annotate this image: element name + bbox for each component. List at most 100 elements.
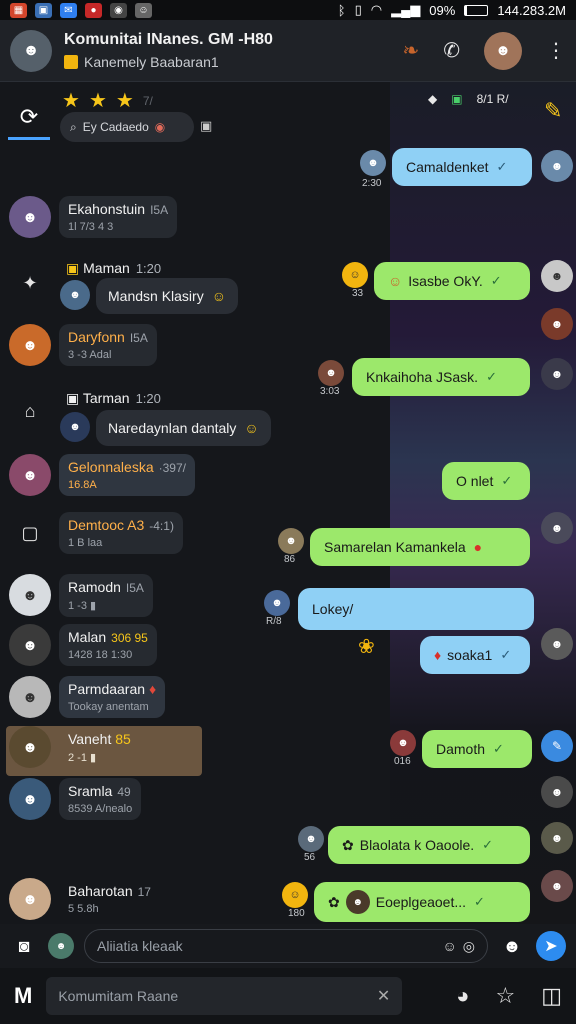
profile-avatar[interactable]: ☻ <box>484 31 522 70</box>
message-text: Mandsn Klasiry <box>108 288 204 304</box>
conversation-item[interactable]: ☻ Daryfonn I5A 3 -3 Adal <box>0 324 206 366</box>
conversation-item-selected[interactable]: ☻ Vaneht 85 2 -1 ▮ <box>6 726 202 776</box>
star-outline-icon[interactable]: ☆ <box>495 983 515 1009</box>
status-bar: ▦ ▣ ✉ ● ◉ ☺ ᛒ ▯ ◠ ▂▄▆ 09% 144.283.2M <box>0 0 576 20</box>
conversation-time: 17 <box>137 885 151 899</box>
sticker-icon[interactable]: ☻ <box>498 936 526 957</box>
message-input[interactable]: Aliiatia kleaak ☺ ◎ <box>84 929 488 963</box>
avatar: ☻ <box>9 454 51 496</box>
conversation-time: I5A <box>125 581 144 595</box>
conversation-preview: 16.8A <box>68 479 97 491</box>
close-icon[interactable]: ✕ <box>377 986 390 1006</box>
message-text: Knkaihoha JSask. <box>366 369 479 385</box>
conversation-item[interactable]: ☻ Sramla 49 8539 A/nealo <box>0 778 206 820</box>
conversation-name: Ramodn <box>68 579 121 595</box>
avatar: ☻ <box>60 280 90 310</box>
outgoing-message[interactable]: Camaldenket ✓ <box>392 148 532 186</box>
message-text: Camaldenket <box>406 159 489 175</box>
mail-icon[interactable]: M <box>14 983 32 1009</box>
conversation-preview: 2 -1 ▮ <box>68 752 97 764</box>
member-avatar[interactable]: ☻ <box>541 150 573 182</box>
pin-icon[interactable]: ✦ <box>9 262 51 304</box>
bottom-search-field[interactable]: Komumitam Raane ✕ <box>46 977 403 1015</box>
sticker-icon: ❀ <box>358 636 375 658</box>
outgoing-message[interactable]: ✿ Blaolata k Oaoole. ✓ <box>328 826 530 864</box>
read-check-icon: ✓ <box>482 837 494 852</box>
conversation-item[interactable]: ☻ Parmdaaran ♦ Tookay anentam <box>0 676 206 718</box>
emoji-icon: ☺ <box>388 273 403 289</box>
camera-icon[interactable]: ◙ <box>10 936 38 957</box>
conversation-item[interactable]: ☻ Ekahonstuin I5A 1l 7/3 4 3 <box>0 196 206 238</box>
conversation-preview: 1l 7/3 4 3 <box>68 221 114 233</box>
conversation-item[interactable]: ☻ Ramodn I5A 1 -3 ▮ <box>0 574 206 617</box>
emoji-icon: ♦ <box>434 647 442 663</box>
battery-icon <box>464 4 489 16</box>
call-icon[interactable]: ✆ <box>443 38 460 63</box>
rating-stars: ★ ★ ★ 7/ <box>62 88 153 113</box>
message-text: Damoth <box>436 741 486 757</box>
avatar: ☻ <box>345 890 370 914</box>
conversation-item[interactable]: ☻ Malan 306 95 1428 18 1:30 <box>0 624 206 666</box>
conversation-preview: 1 -3 ▮ <box>68 600 97 612</box>
edit-pen-icon[interactable]: ✎ <box>541 730 573 762</box>
conversation-item[interactable]: ▢ Demtooc A3 -4:1) 1 B laa <box>0 512 206 554</box>
chat-bubble-icon[interactable]: ◕ <box>456 983 469 1009</box>
member-avatar[interactable]: ☻ <box>541 260 573 292</box>
avatar: ☻ <box>9 324 51 366</box>
emoji-icon[interactable]: ☺ <box>442 938 456 955</box>
message-text: Lokey/ <box>312 601 354 617</box>
conversation-item[interactable]: ☻ Gelonnaleska ·397/ 16.8A <box>0 454 206 496</box>
member-avatar[interactable]: ☻ <box>541 628 573 660</box>
emoji-avatar: ☺ <box>342 262 368 288</box>
message-text: Eoeplgeaoet... <box>375 894 467 910</box>
avatar: ☻ <box>264 590 290 616</box>
outgoing-message[interactable]: ✿ ☻ Eoeplgeaoet... ✓ <box>314 882 530 922</box>
avatar: ☻ <box>60 412 90 442</box>
conversation-time: 49 <box>117 785 131 799</box>
conversation-item[interactable]: ☻ Baharotan 17 5 5.8h <box>0 878 206 920</box>
member-avatar[interactable]: ☻ <box>541 822 573 854</box>
sidebar-toggle-icon[interactable]: ◫ <box>541 983 562 1009</box>
emoji-icon: ● <box>473 539 483 555</box>
member-avatar[interactable]: ☻ <box>541 776 573 808</box>
send-button[interactable]: ➤ <box>536 931 566 961</box>
photo-icon: ▣ <box>35 2 52 18</box>
outgoing-message[interactable]: Lokey/ <box>298 588 534 630</box>
chat-title: Komunitai INanes. GM <box>64 31 234 48</box>
member-avatar[interactable]: ☻ <box>541 870 573 902</box>
conversation-time: ·397/ <box>158 461 186 475</box>
outgoing-message[interactable]: Damoth ✓ <box>422 730 532 768</box>
chat-title-suffix: -H80 <box>238 31 273 48</box>
message-time: 33 <box>352 288 364 299</box>
member-avatar[interactable]: ☻ <box>541 308 573 340</box>
home-icon[interactable]: ⌂ <box>9 390 51 432</box>
outgoing-message[interactable]: Samarelan Kamankela ● <box>310 528 530 566</box>
filter-chip[interactable]: ⌕ Ey Cadaedo ◉ <box>60 112 194 142</box>
conversation-time: 85 <box>115 731 131 747</box>
message-sender: ▣ Tarman 1:20 <box>66 390 161 406</box>
outgoing-message[interactable]: ♦ soaka1 ✓ <box>420 636 530 674</box>
outgoing-message[interactable]: ☺ Isasbe OkY. ✓ <box>374 262 530 300</box>
conversation-name: Sramla <box>68 783 113 799</box>
group-badge-icon <box>64 55 78 69</box>
read-check-icon: ✓ <box>486 369 497 384</box>
attach-icon[interactable]: ◎ <box>463 938 475 955</box>
message-text: soaka1 <box>447 647 493 663</box>
conversation-name: Gelonnaleska <box>68 459 154 475</box>
avatar: ☻ <box>278 528 304 554</box>
member-avatar[interactable]: ☻ <box>541 358 573 390</box>
leaf-icon[interactable]: ❧ <box>402 38 419 63</box>
member-avatar[interactable]: ☻ <box>541 512 573 544</box>
message-placeholder: Aliiatia kleaak <box>97 938 183 954</box>
read-check-icon: ✓ <box>496 159 508 174</box>
group-avatar[interactable]: ☻ <box>10 29 52 72</box>
tab-refresh[interactable]: ⟳ <box>8 96 50 140</box>
outgoing-message[interactable]: Knkaihoha JSask. ✓ <box>352 358 530 396</box>
chat-top-icons: ◆ ▣ 8/1 R/ <box>428 92 509 106</box>
message-text: O nlet <box>456 473 494 489</box>
message-composer: ◙ ☻ Aliiatia kleaak ☺ ◎ ☻ ➤ <box>0 924 576 968</box>
more-options-icon[interactable]: ⋮ <box>546 38 566 63</box>
conversation-name: Demtooc A3 <box>68 517 145 533</box>
outgoing-message[interactable]: O nlet ✓ <box>442 462 530 500</box>
avatar: ☻ <box>9 624 51 666</box>
